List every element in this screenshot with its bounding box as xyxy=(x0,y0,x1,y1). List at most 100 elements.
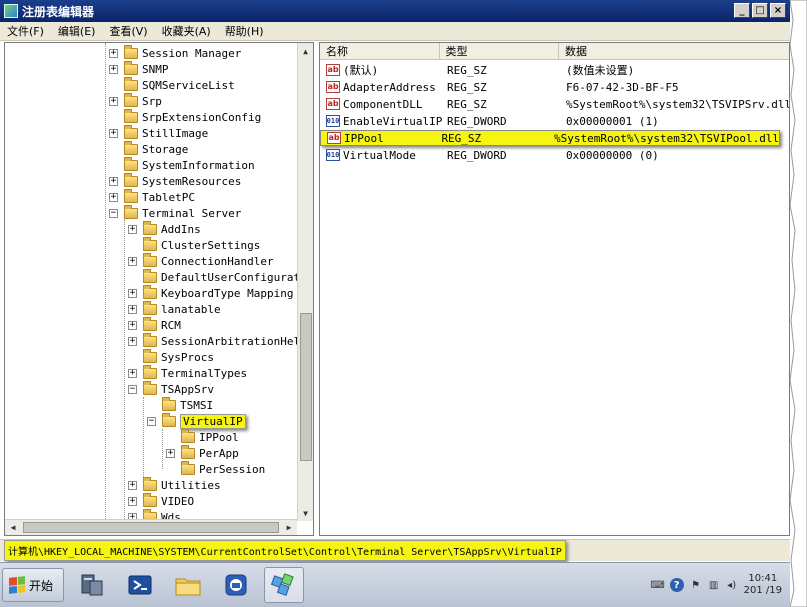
expand-icon[interactable]: + xyxy=(128,320,137,330)
folder-icon xyxy=(124,140,138,155)
value-row[interactable]: 010 EnableVirtualIP REG_DWORD 0x00000001 (1… xyxy=(320,113,789,129)
expand-icon[interactable]: + xyxy=(128,496,137,506)
tree-item[interactable]: + AddIns xyxy=(128,220,201,237)
column-header-data[interactable]: 数据 xyxy=(559,43,789,59)
clock-date: 201 /19 xyxy=(743,585,782,596)
help-icon[interactable]: ? xyxy=(669,578,684,592)
tree-item[interactable]: Storage xyxy=(109,140,188,157)
maximize-button[interactable]: □ xyxy=(752,3,768,18)
tree-item[interactable]: + KeyboardType Mapping xyxy=(128,284,293,301)
expand-icon[interactable]: + xyxy=(109,176,118,186)
tree-item[interactable]: SrpExtensionConfig xyxy=(109,108,261,125)
value-name-cell: 010 EnableVirtualIP xyxy=(320,115,442,128)
tree-item[interactable]: + SessionArbitrationHelpe xyxy=(128,332,297,349)
expand-icon[interactable]: + xyxy=(109,64,118,74)
tree-item[interactable]: + Session Manager xyxy=(109,44,241,61)
folder-icon xyxy=(143,332,157,347)
tree-item[interactable]: + RCM xyxy=(128,316,181,333)
tree-item[interactable]: − Terminal Server xyxy=(109,204,241,221)
value-row[interactable]: ab AdapterAddress REG_SZ F6-07-42-3D-BF-F5 xyxy=(320,79,789,95)
column-header-type[interactable]: 类型 xyxy=(440,43,559,59)
tree-item[interactable]: SysProcs xyxy=(128,348,214,365)
string-value-icon: ab xyxy=(326,64,340,76)
remote-desktop-icon[interactable] xyxy=(216,567,256,603)
tree-vertical-scrollbar[interactable]: ▲ ▼ xyxy=(297,43,313,521)
expand-icon[interactable]: + xyxy=(128,480,137,490)
tree-item[interactable]: + TerminalTypes xyxy=(128,364,247,381)
tree-item-label: PerApp xyxy=(199,446,239,460)
tree-item[interactable]: SystemInformation xyxy=(109,156,255,173)
scroll-down-arrow-icon[interactable]: ▼ xyxy=(298,505,313,521)
expand-icon[interactable]: + xyxy=(109,192,118,202)
minimize-button[interactable]: _ xyxy=(734,3,750,18)
menu-help[interactable]: 帮助(H) xyxy=(218,23,271,39)
tree-item[interactable]: PerSession xyxy=(166,460,265,477)
expand-icon[interactable]: + xyxy=(128,304,137,314)
expand-icon[interactable]: + xyxy=(109,96,118,106)
expand-icon[interactable]: + xyxy=(109,48,118,58)
server-manager-icon[interactable] xyxy=(72,567,112,603)
close-button[interactable]: × xyxy=(770,3,786,18)
regedit-taskbar-icon[interactable] xyxy=(264,567,305,603)
menu-edit[interactable]: 编辑(E) xyxy=(51,23,103,39)
collapse-icon[interactable]: − xyxy=(128,384,137,394)
expand-icon[interactable]: + xyxy=(128,288,137,298)
tree-item[interactable]: TSMSI xyxy=(147,396,213,413)
title-bar[interactable]: 注册表编辑器 _ □ × xyxy=(0,0,790,22)
tree-item-label: ConnectionHandler xyxy=(161,254,274,268)
expand-icon[interactable]: + xyxy=(128,256,137,266)
value-row[interactable]: ab IPPool REG_SZ %SystemRoot%\system32\TSVI… xyxy=(320,130,780,146)
scroll-right-arrow-icon[interactable]: ▶ xyxy=(281,520,297,535)
registry-tree-pane: + Session Manager + SNMP SQMServiceList + Srp S… xyxy=(4,42,314,536)
value-name-cell: ab (默认) xyxy=(320,62,442,78)
tree-item[interactable]: − TSAppSrv xyxy=(128,380,214,397)
folder-icon xyxy=(124,156,138,171)
value-name-cell: ab AdapterAddress xyxy=(320,81,442,94)
tree-item[interactable]: + TabletPC xyxy=(109,188,195,205)
scroll-thumb-horizontal[interactable] xyxy=(23,522,279,533)
column-header-name[interactable]: 名称 xyxy=(320,43,440,59)
tree-item[interactable]: + SystemResources xyxy=(109,172,241,189)
volume-icon[interactable]: ◂) xyxy=(726,579,738,591)
tree-item[interactable]: + ConnectionHandler xyxy=(128,252,274,269)
collapse-icon[interactable]: − xyxy=(109,208,118,218)
value-row[interactable]: ab (默认) REG_SZ (数值未设置) xyxy=(320,62,789,78)
scroll-left-arrow-icon[interactable]: ◀ xyxy=(5,520,21,535)
value-data: %SystemRoot%\system32\TSVIPSrv.dll xyxy=(566,97,790,111)
tree-item[interactable]: SQMServiceList xyxy=(109,76,235,93)
tree-item[interactable]: + Utilities xyxy=(128,476,221,493)
expand-icon[interactable]: + xyxy=(109,128,118,138)
explorer-folder-icon[interactable] xyxy=(168,567,208,603)
tree-item[interactable]: DefaultUserConfiguratio xyxy=(128,268,297,285)
tree-item[interactable]: + PerApp xyxy=(166,444,239,461)
scroll-up-arrow-icon[interactable]: ▲ xyxy=(298,43,313,59)
tree-item[interactable]: + VIDEO xyxy=(128,492,194,509)
tree-item[interactable]: ClusterSettings xyxy=(128,236,260,253)
value-row[interactable]: 010 VirtualMode REG_DWORD 0x00000000 (0) xyxy=(320,147,789,163)
start-button[interactable]: 开始 xyxy=(2,568,65,602)
menu-view[interactable]: 查看(V) xyxy=(102,23,154,39)
tree-item[interactable]: − VirtualIP xyxy=(147,412,246,429)
tree-horizontal-scrollbar[interactable]: ◀ ▶ xyxy=(5,519,297,535)
tree-item[interactable]: + lanatable xyxy=(128,300,221,317)
tree-item[interactable]: IPPool xyxy=(166,428,239,445)
menu-file[interactable]: 文件(F) xyxy=(0,23,51,39)
tree-item[interactable]: + SNMP xyxy=(109,60,169,77)
tree-item[interactable]: + Srp xyxy=(109,92,162,109)
tree-item[interactable]: + StillImage xyxy=(109,124,208,141)
expand-icon[interactable]: + xyxy=(166,448,175,458)
scroll-thumb[interactable] xyxy=(300,313,312,461)
expand-icon[interactable]: + xyxy=(128,224,137,234)
collapse-icon[interactable]: − xyxy=(147,416,156,426)
menu-favorites[interactable]: 收藏夹(A) xyxy=(155,23,218,39)
clock[interactable]: 10:41 201 /19 xyxy=(744,573,782,597)
expand-icon[interactable]: + xyxy=(128,336,137,346)
tree-item-label: DefaultUserConfiguratio xyxy=(161,270,297,284)
network-icon[interactable]: ▥ xyxy=(708,579,720,591)
value-row[interactable]: ab ComponentDLL REG_SZ %SystemRoot%\system3… xyxy=(320,96,790,112)
powershell-icon[interactable] xyxy=(120,567,160,603)
keyboard-icon[interactable]: ⌨ xyxy=(650,579,664,591)
flag-icon[interactable]: ⚑ xyxy=(690,579,702,591)
folder-icon xyxy=(162,396,176,411)
expand-icon[interactable]: + xyxy=(128,368,137,378)
